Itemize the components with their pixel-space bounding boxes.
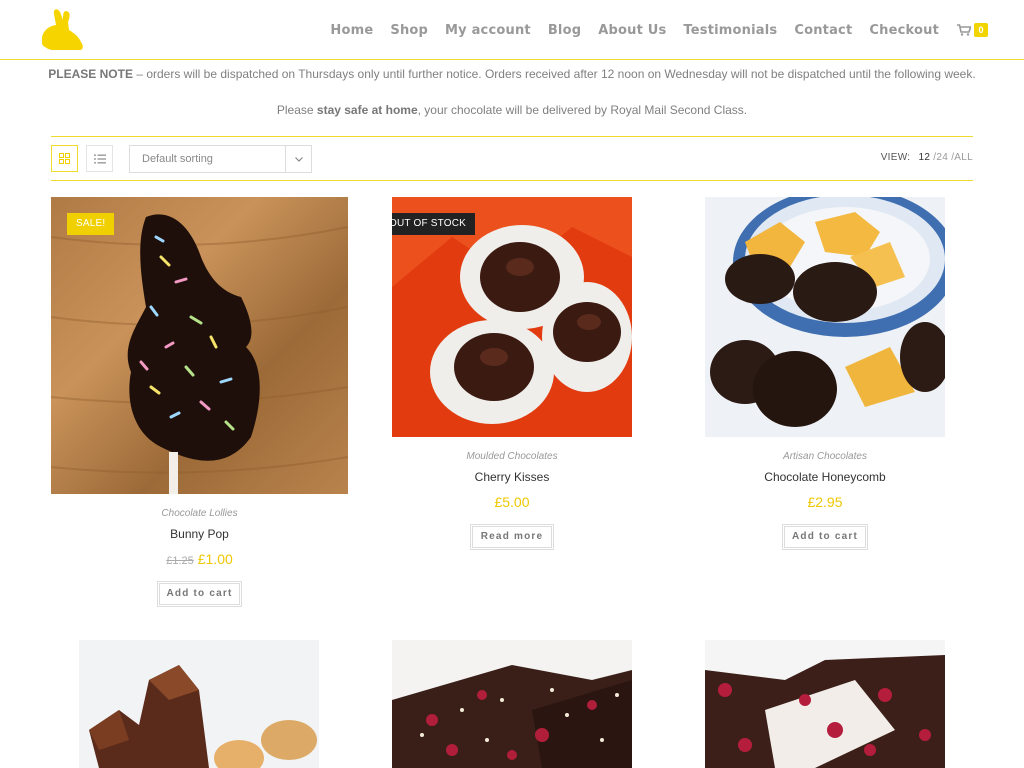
product-category[interactable]: Artisan Chocolates [705,451,945,462]
product-price: £1.25 £1.00 [51,551,348,567]
product-title[interactable]: Bunny Pop [51,527,348,541]
nav-testimonials[interactable]: Testimonials [683,23,777,38]
view-all-link[interactable]: ALL [954,152,973,163]
dispatch-notice: PLEASE NOTE – orders will be dispatched … [0,67,1024,81]
notice2-post: , your chocolate will be delivered by Ro… [417,103,748,117]
add-to-cart-button[interactable]: Add to cart [782,524,868,550]
add-to-cart-button[interactable]: Add to cart [157,581,242,607]
cart-button[interactable]: 0 [957,23,988,37]
notice2-pre: Please [276,103,317,117]
notice-text: – orders will be dispatched on Thursdays… [132,67,976,81]
shop-toolbar: Default sorting VIEW: 12 /24 /ALL [51,136,973,181]
list-view-button[interactable] [86,145,113,172]
product-image[interactable] [79,640,319,768]
sort-select-value: Default sorting [142,153,213,165]
product-image[interactable] [705,197,945,437]
product-title[interactable]: Cherry Kisses [392,470,632,484]
view-24-link[interactable]: 24 [936,152,948,163]
grid-icon [59,153,70,164]
nav-blog[interactable]: Blog [548,23,581,38]
product-category[interactable]: Moulded Chocolates [392,451,632,462]
cart-icon [957,24,971,36]
nav-about-us[interactable]: About Us [598,23,666,38]
nav-shop[interactable]: Shop [390,23,428,38]
old-price: £1.25 [166,555,194,567]
product-image[interactable]: SALE! [51,197,348,494]
product-image[interactable] [392,640,632,768]
product-title[interactable]: Chocolate Honeycomb [705,470,945,484]
bunny-logo[interactable] [38,8,84,52]
product-price: £5.00 [494,494,530,510]
delivery-notice: Please stay safe at home, your chocolate… [0,103,1024,117]
product-card: OUT OF STOCK Moulded Chocolates Cherry K… [392,197,632,557]
chevron-down-icon [285,146,311,172]
list-icon [93,154,106,163]
product-image[interactable] [705,640,945,768]
site-header: Home Shop My account Blog About Us Testi… [0,0,1024,60]
product-category[interactable]: Chocolate Lollies [51,508,348,519]
sale-badge: SALE! [67,213,115,235]
nav-checkout[interactable]: Checkout [869,23,939,38]
product-card: Artisan Chocolates Chocolate Honeycomb £… [705,197,945,557]
main-nav: Home Shop My account Blog About Us Testi… [313,0,988,60]
cart-count-badge: 0 [974,23,988,37]
out-of-stock-badge: OUT OF STOCK [392,213,476,235]
product-image[interactable]: OUT OF STOCK [392,197,632,437]
view-label: VIEW: [880,152,911,163]
product-card: SALE! Chocolate Lollies Bunny Pop £1.25 £… [51,197,348,617]
per-page-selector: VIEW: 12 /24 /ALL [881,152,973,163]
grid-view-button[interactable] [51,145,78,172]
product-price: £2.95 [807,494,843,510]
read-more-button[interactable]: Read more [470,524,554,550]
view-12-link[interactable]: 12 [918,152,930,163]
notice2-bold: stay safe at home [316,103,418,117]
nav-contact[interactable]: Contact [794,23,852,38]
nav-my-account[interactable]: My account [445,23,531,38]
sort-select[interactable]: Default sorting [129,145,312,173]
nav-home[interactable]: Home [330,23,373,38]
sale-price: £1.00 [197,551,233,567]
notice-bold: PLEASE NOTE [48,67,133,81]
